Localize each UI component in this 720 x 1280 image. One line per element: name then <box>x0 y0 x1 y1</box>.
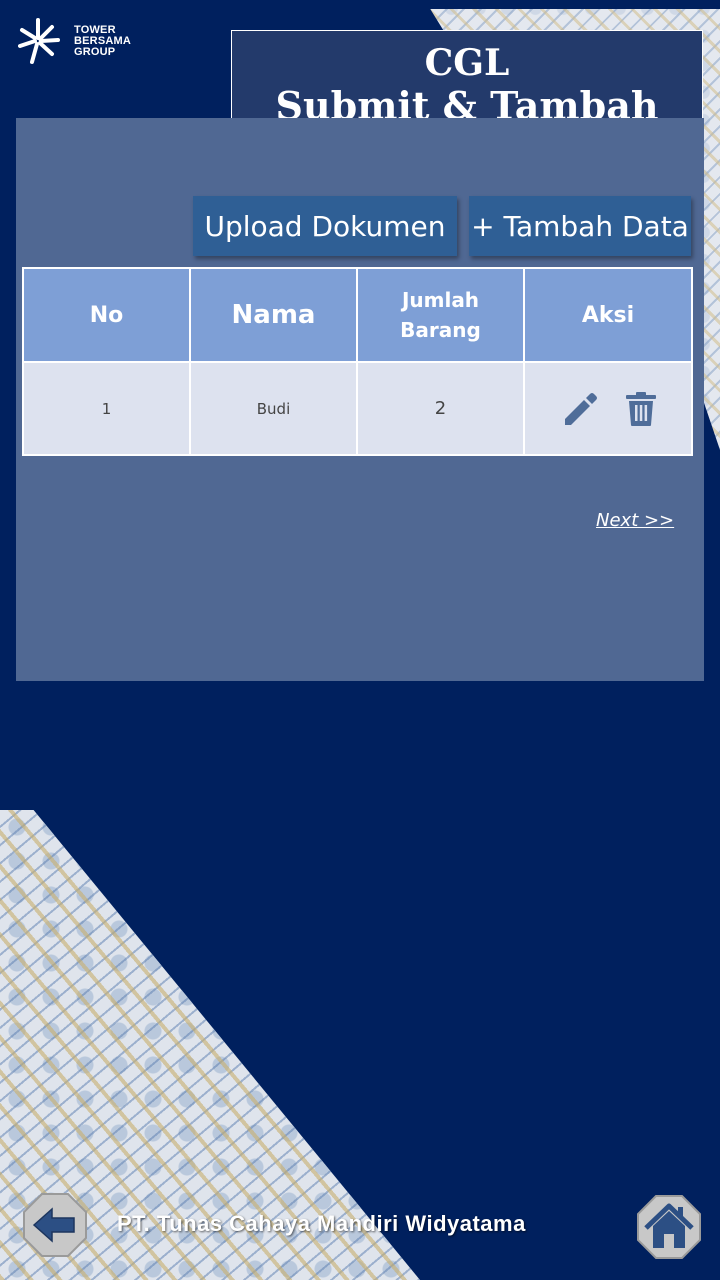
logo-line-3: GROUP <box>74 45 116 58</box>
trash-icon[interactable] <box>625 391 657 427</box>
page-title-line-1: CGL <box>424 42 510 84</box>
home-icon[interactable] <box>636 1194 702 1260</box>
company-name: PT. Tunas Cahaya Mandiri Widyatama <box>117 1211 526 1236</box>
upload-dokumen-button[interactable]: Upload Dokumen <box>193 196 457 256</box>
arrow-left-icon[interactable] <box>22 1192 88 1258</box>
header-jumlah-barang: Jumlah Barang <box>356 267 525 363</box>
table-row: 1 Budi 2 <box>22 361 693 456</box>
table-header-row: No Nama Jumlah Barang Aksi <box>22 267 693 363</box>
header-jumlah-line-2: Barang <box>400 318 481 342</box>
header-jumlah-line-1: Jumlah <box>401 288 480 312</box>
logo-text: TOWER BERSAMA GROUP <box>74 23 132 58</box>
header-aksi: Aksi <box>523 267 693 363</box>
logo-line-1: TOWER <box>74 23 116 36</box>
header-nama: Nama <box>189 267 358 363</box>
cell-jumlah: 2 <box>356 361 525 456</box>
cell-no: 1 <box>22 361 191 456</box>
pencil-icon[interactable] <box>559 389 599 429</box>
tower-bersama-logo: TOWER BERSAMA GROUP <box>18 16 131 66</box>
header-no: No <box>22 267 191 363</box>
cell-aksi <box>523 361 693 456</box>
next-page-link[interactable]: Next >> <box>596 510 674 531</box>
sunburst-logo-icon <box>18 18 60 64</box>
cell-nama: Budi <box>189 361 358 456</box>
data-table: No Nama Jumlah Barang Aksi 1 Budi 2 <box>22 267 693 456</box>
logo-line-2: BERSAMA <box>74 34 132 47</box>
tambah-data-button[interactable]: + Tambah Data <box>469 196 691 256</box>
